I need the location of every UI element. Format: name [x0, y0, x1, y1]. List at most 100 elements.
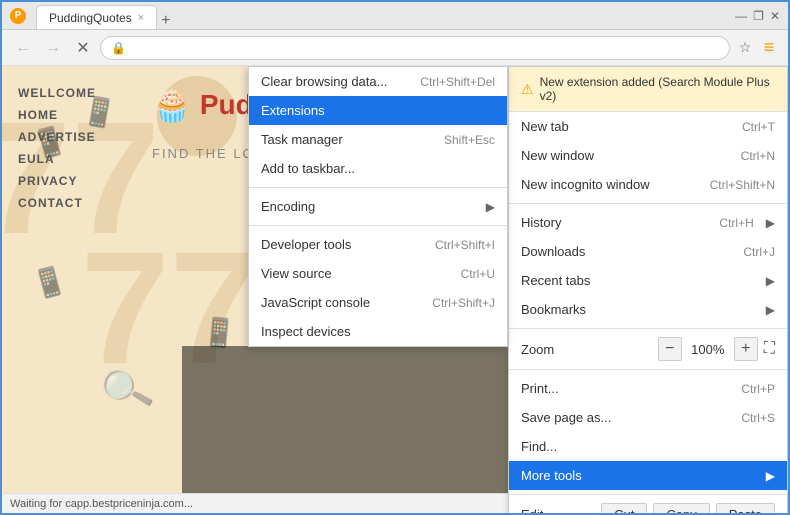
menu-label: New window: [521, 148, 594, 163]
zoom-row: Zoom − 100% + ⛶: [509, 333, 787, 365]
menu-icon[interactable]: ≡: [758, 37, 780, 59]
separator: [509, 494, 787, 495]
edit-label: Edit: [521, 507, 543, 513]
arrow: ▶: [766, 303, 775, 317]
menu-history[interactable]: History Ctrl+H▶: [509, 208, 787, 237]
menu-view-source[interactable]: View source Ctrl+U: [249, 259, 507, 288]
new-tab-button[interactable]: +: [161, 13, 170, 29]
menu-print[interactable]: Print... Ctrl+P: [509, 374, 787, 403]
menu-item-shortcut: Ctrl+Shift+I: [435, 238, 495, 252]
page-content: 77 77 77 77 📱 📱 📱 📱 📱 🔍 📱 WELLCOME HOME …: [2, 66, 788, 513]
bookmark-icon[interactable]: ☆: [734, 37, 756, 59]
nav-contact[interactable]: CONTACT: [18, 196, 96, 210]
menu-bookmarks[interactable]: Bookmarks ▶: [509, 295, 787, 324]
separator: [509, 203, 787, 204]
zoom-controls: − 100% + ⛶: [658, 337, 775, 361]
copy-button[interactable]: Copy: [653, 503, 709, 513]
browser-icon: P: [10, 8, 26, 24]
separator: [509, 328, 787, 329]
nav-eula[interactable]: EULA: [18, 152, 96, 166]
close-window-button[interactable]: ✕: [770, 9, 780, 23]
menu-new-window[interactable]: New window Ctrl+N: [509, 141, 787, 170]
menu-add-taskbar[interactable]: Add to taskbar...: [249, 154, 507, 183]
lock-icon: 🔒: [111, 41, 126, 55]
menu-item-label: View source: [261, 266, 332, 281]
menu-clear-browsing[interactable]: Clear browsing data... Ctrl+Shift+Del: [249, 67, 507, 96]
more-tools-menu: Clear browsing data... Ctrl+Shift+Del Ex…: [248, 66, 508, 347]
overlay: [182, 346, 508, 493]
cut-button[interactable]: Cut: [601, 503, 647, 513]
zoom-label: Zoom: [521, 342, 554, 357]
menu-incognito[interactable]: New incognito window Ctrl+Shift+N: [509, 170, 787, 199]
menu-item-shortcut: Ctrl+U: [461, 267, 495, 281]
chrome-menu: ⚠ New extension added (Search Module Plu…: [508, 66, 788, 513]
menu-item-label: Task manager: [261, 132, 343, 147]
active-tab[interactable]: PuddingQuotes ×: [36, 5, 157, 29]
menu-label: Print...: [521, 381, 559, 396]
status-text: Waiting for capp.bestpriceninja.com...: [10, 498, 193, 510]
nav-home[interactable]: HOME: [18, 108, 96, 122]
menu-task-manager[interactable]: Task manager Shift+Esc: [249, 125, 507, 154]
shortcut: Ctrl+N: [741, 149, 775, 163]
site-nav: WELLCOME HOME ADVERTISE EULA PRIVACY CON…: [2, 66, 112, 230]
tab-bar: PuddingQuotes × +: [32, 2, 171, 29]
menu-label: Find...: [521, 439, 557, 454]
separator: [249, 187, 507, 188]
menu-label: Save page as...: [521, 410, 611, 425]
fullscreen-button[interactable]: ⛶: [764, 340, 775, 358]
stop-button[interactable]: ✕: [70, 35, 96, 61]
menu-item-label: Extensions: [261, 103, 325, 118]
menu-label: New incognito window: [521, 177, 650, 192]
menu-js-console[interactable]: JavaScript console Ctrl+Shift+J: [249, 288, 507, 317]
shortcut: Ctrl+S: [741, 411, 775, 425]
menu-recent-tabs[interactable]: Recent tabs ▶: [509, 266, 787, 295]
forward-button[interactable]: →: [40, 35, 66, 61]
menu-label: More tools: [521, 468, 582, 483]
shortcut: Ctrl+H: [719, 216, 753, 230]
menu-item-shortcut: Shift+Esc: [444, 133, 495, 147]
address-bar[interactable]: 🔒: [100, 36, 730, 60]
menu-new-tab[interactable]: New tab Ctrl+T: [509, 112, 787, 141]
shortcut: Ctrl+P: [741, 382, 775, 396]
menu-item-label: JavaScript console: [261, 295, 370, 310]
minimize-button[interactable]: —: [735, 9, 747, 23]
separator: [249, 225, 507, 226]
cupcake-icon: 🧁: [152, 86, 192, 124]
menu-label: Downloads: [521, 244, 585, 259]
arrow: ▶: [766, 274, 775, 288]
menu-more-tools[interactable]: More tools ▶: [509, 461, 787, 490]
close-tab-button[interactable]: ×: [138, 12, 144, 24]
menu-downloads[interactable]: Downloads Ctrl+J: [509, 237, 787, 266]
zoom-in-button[interactable]: +: [734, 337, 758, 361]
menu-save-page[interactable]: Save page as... Ctrl+S: [509, 403, 787, 432]
zoom-out-button[interactable]: −: [658, 337, 682, 361]
toolbar-icons: ☆ ≡: [734, 37, 780, 59]
zoom-value: 100%: [688, 342, 728, 357]
paste-button[interactable]: Paste: [716, 503, 775, 513]
menu-label: Recent tabs: [521, 273, 590, 288]
arrow: ▶: [766, 469, 775, 483]
nav-privacy[interactable]: PRIVACY: [18, 174, 96, 188]
title-bar: P PuddingQuotes × + — ❐ ✕: [2, 2, 788, 30]
menu-item-label: Add to taskbar...: [261, 161, 355, 176]
submenu-arrow: ▶: [486, 200, 495, 214]
menu-developer-tools[interactable]: Developer tools Ctrl+Shift+I: [249, 230, 507, 259]
menu-item-shortcut: Ctrl+Shift+Del: [420, 75, 495, 89]
menu-find[interactable]: Find...: [509, 432, 787, 461]
menu-inspect-devices[interactable]: Inspect devices: [249, 317, 507, 346]
edit-row: Edit Cut Copy Paste: [509, 499, 787, 513]
menu-label: History: [521, 215, 561, 230]
shortcut: Ctrl+Shift+N: [710, 178, 775, 192]
separator: [509, 369, 787, 370]
menu-notification: ⚠ New extension added (Search Module Plu…: [509, 67, 787, 112]
toolbar: ← → ✕ 🔒 ☆ ≡: [2, 30, 788, 66]
menu-extensions[interactable]: Extensions: [249, 96, 507, 125]
nav-wellcome[interactable]: WELLCOME: [18, 86, 96, 100]
menu-item-label: Clear browsing data...: [261, 74, 387, 89]
restore-button[interactable]: ❐: [753, 9, 764, 23]
menu-encoding[interactable]: Encoding ▶: [249, 192, 507, 221]
notification-icon: ⚠: [521, 81, 534, 98]
nav-advertise[interactable]: ADVERTISE: [18, 130, 96, 144]
menu-item-label: Developer tools: [261, 237, 351, 252]
back-button[interactable]: ←: [10, 35, 36, 61]
